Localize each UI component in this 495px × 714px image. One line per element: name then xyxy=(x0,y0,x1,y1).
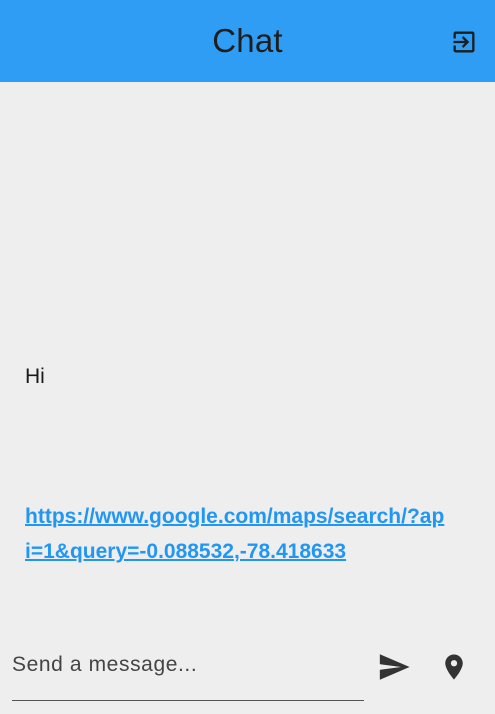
message-location-link[interactable]: https://www.google.com/maps/search/?api=… xyxy=(25,499,445,569)
message-composer xyxy=(0,630,495,714)
chat-screen: Chat Hi https://www.google.com/maps/sear… xyxy=(0,0,495,714)
location-pin-icon xyxy=(445,654,463,680)
logout-icon xyxy=(453,31,475,53)
send-button[interactable] xyxy=(374,647,414,687)
app-bar: Chat xyxy=(0,0,495,82)
send-icon xyxy=(379,654,410,680)
message-text: Hi xyxy=(25,365,45,388)
location-button[interactable] xyxy=(434,647,474,687)
logout-button[interactable] xyxy=(446,24,482,60)
message-list: Hi https://www.google.com/maps/search/?a… xyxy=(0,82,495,622)
message-input-field xyxy=(12,642,364,701)
message-input[interactable] xyxy=(12,650,364,680)
page-title: Chat xyxy=(212,22,283,59)
